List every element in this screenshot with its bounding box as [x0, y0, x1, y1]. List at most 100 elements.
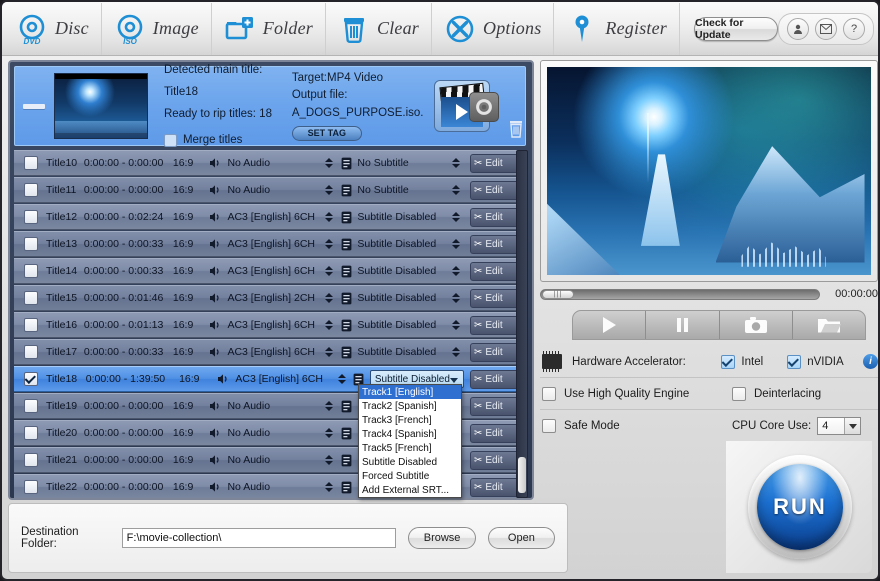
subtitle-option[interactable]: Track4 [Spanish] — [359, 427, 461, 441]
subtitle-icon — [337, 427, 355, 440]
toolbar-item-image[interactable]: ISO Image — [102, 3, 212, 55]
browse-button[interactable]: Browse — [408, 527, 475, 549]
open-folder-button[interactable] — [793, 311, 865, 339]
toolbar-item-folder[interactable]: Folder — [212, 3, 326, 55]
high-quality-label: Use High Quality Engine — [564, 388, 732, 400]
deinterlacing-checkbox[interactable] — [732, 387, 746, 401]
row-checkbox[interactable] — [24, 156, 38, 170]
subtitle-spinner[interactable] — [448, 185, 464, 195]
play-button[interactable] — [573, 311, 646, 339]
audio-spinner[interactable] — [321, 482, 337, 492]
row-checkbox[interactable] — [24, 399, 38, 413]
subtitle-option[interactable]: Subtitle Disabled — [359, 455, 461, 469]
subtitle-option[interactable]: Track3 [French] — [359, 413, 461, 427]
subtitle-spinner[interactable] — [448, 239, 464, 249]
subtitle-option[interactable]: Track2 [Spanish] — [359, 399, 461, 413]
subtitle-option[interactable]: Track1 [English] — [359, 385, 461, 399]
audio-spinner[interactable] — [321, 428, 337, 438]
format-settings-button[interactable] — [469, 92, 499, 122]
row-checkbox[interactable] — [24, 480, 38, 494]
destination-folder-input[interactable]: F:\movie-collection\ — [122, 528, 397, 548]
cpu-core-select[interactable]: 4 — [817, 417, 861, 435]
audio-spinner[interactable] — [321, 455, 337, 465]
mail-icon[interactable] — [815, 18, 837, 40]
subtitle-spinner[interactable] — [448, 266, 464, 276]
row-aspect: 16:9 — [173, 184, 208, 196]
set-tag-button[interactable]: SET TAG — [292, 126, 362, 141]
audio-spinner[interactable] — [321, 401, 337, 411]
subtitle-spinner[interactable] — [448, 212, 464, 222]
row-checkbox[interactable] — [24, 318, 38, 332]
row-checkbox[interactable] — [24, 345, 38, 359]
subtitle-spinner[interactable] — [448, 293, 464, 303]
subtitle-spinner[interactable] — [448, 320, 464, 330]
row-checkbox[interactable] — [24, 426, 38, 440]
gear-icon — [475, 98, 493, 116]
audio-spinner[interactable] — [321, 239, 337, 249]
seek-thumb[interactable]: ||| — [542, 290, 574, 299]
audio-spinner[interactable] — [321, 320, 337, 330]
merge-titles-row[interactable]: Merge titles — [164, 130, 288, 152]
video-preview[interactable] — [547, 67, 871, 275]
subtitle-spinner[interactable] — [448, 158, 464, 168]
audio-spinner[interactable] — [321, 185, 337, 195]
toolbar-item-register[interactable]: Register — [554, 3, 680, 55]
row-checkbox[interactable] — [24, 264, 38, 278]
run-button[interactable]: RUN — [757, 464, 843, 550]
table-row[interactable]: Title140:00:00 - 0:00:3316:9AC3 [English… — [14, 258, 524, 284]
row-checkbox[interactable] — [24, 183, 38, 197]
subtitle-dropdown-list[interactable]: Track1 [English]Track2 [Spanish]Track3 [… — [358, 384, 462, 498]
scrollbar-thumb[interactable] — [518, 457, 526, 493]
table-row[interactable]: Title130:00:00 - 0:00:3316:9AC3 [English… — [14, 231, 524, 257]
table-row[interactable]: Title120:00:00 - 0:02:2416:9AC3 [English… — [14, 204, 524, 230]
high-quality-checkbox[interactable] — [542, 387, 556, 401]
row-checkbox[interactable] — [24, 237, 38, 251]
row-title: Title19 — [46, 400, 84, 412]
open-button[interactable]: Open — [488, 527, 555, 549]
table-row[interactable]: Title100:00:00 - 0:00:0016:9No AudioNo S… — [14, 150, 524, 176]
toolbar-label-options: Options — [483, 18, 541, 39]
row-checkbox[interactable] — [24, 291, 38, 305]
info-icon[interactable]: i — [863, 354, 878, 369]
table-row[interactable]: Title150:00:00 - 0:01:4616:9AC3 [English… — [14, 285, 524, 311]
audio-spinner[interactable] — [321, 293, 337, 303]
toolbar-item-clear[interactable]: Clear — [326, 3, 432, 55]
row-subtitle: Subtitle Disabled — [355, 211, 448, 223]
subtitle-option[interactable]: Add External SRT... — [359, 483, 461, 497]
table-row[interactable]: Title110:00:00 - 0:00:0016:9No AudioNo S… — [14, 177, 524, 203]
table-row[interactable]: Title160:00:00 - 0:01:1316:9AC3 [English… — [14, 312, 524, 338]
audio-spinner[interactable] — [334, 374, 350, 384]
toolbar-item-disc[interactable]: DVD Disc — [2, 3, 102, 55]
table-row[interactable]: Title170:00:00 - 0:00:3316:9AC3 [English… — [14, 339, 524, 365]
pause-button[interactable] — [646, 311, 719, 339]
audio-spinner[interactable] — [321, 212, 337, 222]
snapshot-button[interactable] — [720, 311, 793, 339]
nvidia-checkbox[interactable] — [787, 355, 801, 369]
chevron-down-icon[interactable] — [844, 418, 860, 434]
subtitle-spinner[interactable] — [448, 347, 464, 357]
title-list-scrollbar[interactable] — [516, 150, 528, 498]
check-for-update-button[interactable]: Check for Update — [694, 17, 778, 41]
row-checkbox[interactable] — [24, 372, 38, 386]
intel-checkbox[interactable] — [721, 355, 735, 369]
audio-spinner[interactable] — [321, 158, 337, 168]
account-icon[interactable] — [787, 18, 809, 40]
merge-titles-checkbox[interactable] — [164, 134, 177, 147]
audio-spinner[interactable] — [321, 347, 337, 357]
subtitle-icon — [337, 238, 355, 251]
toolbar-item-options[interactable]: Options — [432, 3, 554, 55]
subtitle-option[interactable]: Track5 [French] — [359, 441, 461, 455]
collapse-button[interactable] — [15, 104, 54, 109]
seek-track[interactable]: ||| — [540, 289, 820, 300]
help-icon[interactable]: ? — [843, 18, 865, 40]
subtitle-icon — [337, 265, 355, 278]
row-checkbox[interactable] — [24, 210, 38, 224]
chevron-down-icon[interactable] — [450, 378, 458, 383]
remove-title-button[interactable] — [507, 113, 525, 139]
row-checkbox[interactable] — [24, 453, 38, 467]
edit-button-label: Edit — [485, 239, 502, 250]
safe-mode-checkbox[interactable] — [542, 419, 556, 433]
subtitle-option[interactable]: Forced Subtitle — [359, 469, 461, 483]
audio-spinner[interactable] — [321, 266, 337, 276]
edit-button-label: Edit — [485, 185, 502, 196]
